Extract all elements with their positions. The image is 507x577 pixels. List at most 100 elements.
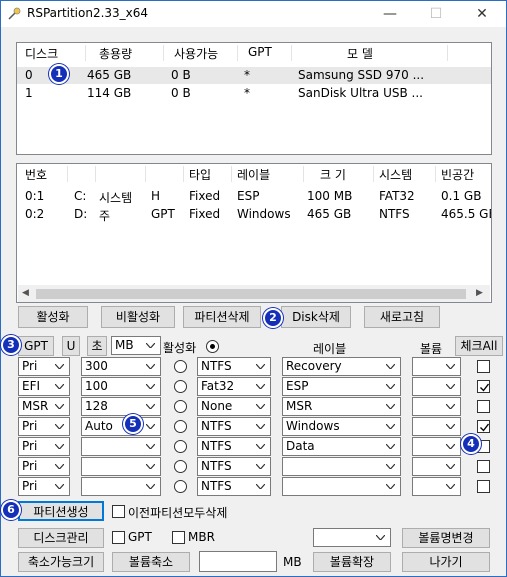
- gpt-toggle-button[interactable]: GPT: [18, 336, 54, 356]
- volume-letter-select[interactable]: [412, 417, 461, 436]
- disk-management-button[interactable]: 디스크관리: [18, 528, 104, 548]
- size-input[interactable]: [199, 551, 277, 572]
- volume-letter-select[interactable]: [412, 357, 461, 376]
- rename-volume-button[interactable]: 볼륨명변경: [402, 528, 490, 548]
- scrollbar-thumb[interactable]: [36, 289, 466, 299]
- active-radio[interactable]: [174, 380, 187, 393]
- close-button[interactable]: ✕: [459, 1, 505, 27]
- partition-row-checkbox[interactable]: [477, 400, 490, 413]
- active-radio[interactable]: [174, 480, 187, 493]
- delete-previous-checkbox[interactable]: [112, 505, 125, 518]
- partition-size-select[interactable]: 100: [81, 377, 161, 396]
- delete-disk-button[interactable]: Disk삭제: [281, 306, 351, 328]
- active-radio[interactable]: [174, 360, 187, 373]
- volume-letter-select[interactable]: [412, 437, 461, 456]
- shrink-volume-button[interactable]: 볼륨축소: [112, 552, 190, 572]
- active-radio-header[interactable]: [206, 340, 219, 353]
- partition-row-checkbox[interactable]: [477, 480, 490, 493]
- gpt-checkbox[interactable]: [112, 531, 125, 544]
- partition-label-select[interactable]: ESP: [282, 377, 401, 396]
- partition-type-select[interactable]: Pri: [18, 457, 70, 476]
- filesystem-select[interactable]: NTFS: [197, 417, 271, 436]
- partition-label-select[interactable]: MSR: [282, 397, 401, 416]
- active-radio[interactable]: [174, 460, 187, 473]
- partition-type-select[interactable]: Pri: [18, 477, 70, 496]
- col-number[interactable]: 번호: [25, 166, 47, 183]
- disk-list[interactable]: 디스크 총용량 사용가능 GPT 모 델 0 465 GB 0 B * Sams…: [16, 42, 492, 155]
- col-total[interactable]: 총용량: [99, 45, 132, 62]
- chevron-down-icon: [256, 378, 268, 395]
- volume-select[interactable]: [313, 528, 391, 547]
- col-filesystem[interactable]: 시스템: [379, 166, 412, 183]
- partition-label-select[interactable]: Recovery: [282, 357, 401, 376]
- partition-size-select[interactable]: [81, 457, 161, 476]
- col-disk[interactable]: 디스크: [25, 45, 58, 62]
- partition-label-select[interactable]: [282, 477, 401, 496]
- extend-volume-button[interactable]: 볼륨확장: [313, 552, 391, 572]
- partition-row-checkbox[interactable]: [477, 420, 490, 433]
- col-free[interactable]: 빈공간: [441, 166, 474, 183]
- delete-partition-button[interactable]: 파티션삭제: [183, 306, 261, 328]
- partition-size-select[interactable]: [81, 437, 161, 456]
- partition-row-checkbox[interactable]: [477, 380, 490, 393]
- exit-button[interactable]: 나가기: [402, 552, 490, 572]
- filesystem-select[interactable]: Fat32: [197, 377, 271, 396]
- partition-type-select[interactable]: MSR: [18, 397, 70, 416]
- partition-label-value: Data: [286, 439, 315, 453]
- partition-label-select[interactable]: Data: [282, 437, 401, 456]
- partition-label-select[interactable]: [282, 457, 401, 476]
- col-type[interactable]: 타입: [189, 166, 211, 183]
- activate-button[interactable]: 활성화: [18, 306, 88, 328]
- partition-row[interactable]: 0:1 C: 시스템 H Fixed ESP 100 MB FAT32 0.1 …: [17, 188, 491, 205]
- u-button[interactable]: U: [62, 336, 80, 356]
- reset-button[interactable]: 초: [87, 336, 107, 356]
- partition-type-value: Pri: [22, 359, 38, 373]
- partition-label-select[interactable]: Windows: [282, 417, 401, 436]
- active-radio[interactable]: [174, 420, 187, 433]
- volume-letter-select[interactable]: [412, 477, 461, 496]
- mbr-checkbox[interactable]: [172, 531, 185, 544]
- partition-list[interactable]: 번호 타입 레이블 크 기 시스템 빈공간 0:1 C: 시스템 H Fixed…: [16, 163, 492, 303]
- create-partition-button[interactable]: 파티션생성: [18, 501, 104, 521]
- col-label[interactable]: 레이블: [237, 166, 270, 183]
- filesystem-select[interactable]: NTFS: [197, 437, 271, 456]
- partition-size-select[interactable]: 128: [81, 397, 161, 416]
- volume-letter-select[interactable]: [412, 377, 461, 396]
- partition-size-select[interactable]: [81, 477, 161, 496]
- disk-row[interactable]: 0 465 GB 0 B * Samsung SSD 970 ...: [17, 67, 491, 84]
- partition-type-select[interactable]: Pri: [18, 357, 70, 376]
- active-radio[interactable]: [174, 400, 187, 413]
- col-available[interactable]: 사용가능: [174, 45, 218, 62]
- col-model[interactable]: 모 델: [347, 45, 373, 62]
- partition-size-value: 300: [85, 359, 108, 373]
- col-gpt[interactable]: GPT: [248, 45, 272, 59]
- col-size[interactable]: 크 기: [320, 166, 346, 183]
- shrinkable-size-button[interactable]: 축소가능크기: [18, 552, 104, 572]
- partition-size-select[interactable]: 300: [81, 357, 161, 376]
- check-all-button[interactable]: 체크All: [455, 336, 503, 356]
- refresh-button[interactable]: 새로고침: [364, 306, 440, 328]
- partition-row-checkbox[interactable]: [477, 460, 490, 473]
- volume-letter-select[interactable]: [412, 397, 461, 416]
- unit-select[interactable]: MB: [111, 336, 161, 355]
- partition-row[interactable]: 0:2 D: 주 GPT Fixed Windows 465 GB NTFS 4…: [17, 206, 491, 223]
- cell: 465 GB: [87, 68, 132, 82]
- filesystem-select[interactable]: NTFS: [197, 477, 271, 496]
- scroll-left-icon[interactable]: ◀: [22, 288, 29, 298]
- horizontal-scrollbar[interactable]: ◀ ▶: [18, 285, 490, 302]
- filesystem-select[interactable]: NTFS: [197, 457, 271, 476]
- scroll-right-icon[interactable]: ▶: [476, 288, 483, 298]
- maximize-button[interactable]: ☐: [413, 1, 459, 27]
- active-radio[interactable]: [174, 440, 187, 453]
- volume-letter-select[interactable]: [412, 457, 461, 476]
- deactivate-button[interactable]: 비활성화: [101, 306, 175, 328]
- partition-type-select[interactable]: Pri: [18, 437, 70, 456]
- filesystem-select[interactable]: None: [197, 397, 271, 416]
- disk-row[interactable]: 1 114 GB 0 B * SanDisk Ultra USB ...: [17, 85, 491, 102]
- filesystem-select[interactable]: NTFS: [197, 357, 271, 376]
- partition-type-select[interactable]: EFI: [18, 377, 70, 396]
- minimize-button[interactable]: —: [367, 1, 413, 27]
- partition-type-select[interactable]: Pri: [18, 417, 70, 436]
- partition-row-checkbox[interactable]: [477, 360, 490, 373]
- partition-size-select[interactable]: Auto: [81, 417, 161, 436]
